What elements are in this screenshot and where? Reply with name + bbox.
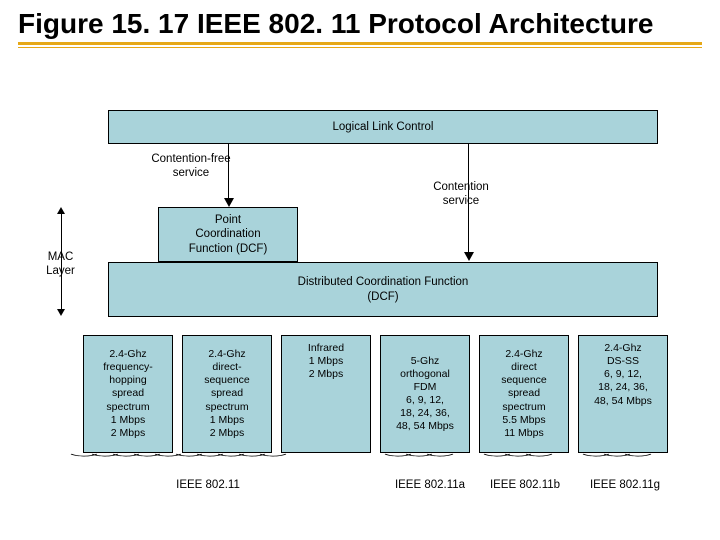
phy-box-2: Infrared1 Mbps2 Mbps — [281, 335, 371, 453]
phy-box-0: 2.4-Ghzfrequency-hoppingspreadspectrum1 … — [83, 335, 173, 453]
brace-2: ︶︶︶ — [483, 458, 546, 461]
llc-label: Logical Link Control — [332, 120, 433, 134]
brace-0: ︶︶︶︶︶︶︶︶︶︶ — [70, 458, 280, 461]
phy-label-2: Infrared1 Mbps2 Mbps — [308, 342, 344, 381]
phy-label-3: 5-GhzorthogonalFDM6, 9, 12,18, 24, 36,48… — [396, 355, 454, 434]
standard-1: IEEE 802.11a — [380, 478, 480, 492]
title-rule-1 — [18, 42, 702, 45]
phy-label-0: 2.4-Ghzfrequency-hoppingspreadspectrum1 … — [103, 348, 153, 440]
brace-1: ︶︶︶ — [384, 458, 447, 461]
label-contention: Contentionservice — [406, 180, 516, 209]
standard-3: IEEE 802.11g — [575, 478, 675, 492]
phy-label-4: 2.4-Ghzdirectsequencespreadspectrum5.5 M… — [501, 348, 547, 440]
phy-box-1: 2.4-Ghzdirect-sequencespreadspectrum1 Mb… — [182, 335, 272, 453]
mac-layer-arrow-up — [57, 207, 65, 214]
llc-box: Logical Link Control — [108, 110, 658, 144]
label-contention-free: Contention-freeservice — [136, 152, 246, 181]
pcf-label: PointCoordinationFunction (DCF) — [189, 213, 268, 256]
arrow-cf-head — [224, 198, 234, 207]
diagram-canvas: Logical Link Control Contention-freeserv… — [48, 110, 688, 520]
arrow-c-head — [464, 252, 474, 261]
title-rule-2 — [18, 47, 702, 48]
mac-layer-arrow-down — [57, 309, 65, 316]
pcf-box: PointCoordinationFunction (DCF) — [158, 207, 298, 262]
standard-2: IEEE 802.11b — [475, 478, 575, 492]
dcf-label: Distributed Coordination Function(DCF) — [298, 275, 469, 304]
phy-box-3: 5-GhzorthogonalFDM6, 9, 12,18, 24, 36,48… — [380, 335, 470, 453]
brace-3: ︶︶︶ — [582, 458, 645, 461]
phy-label-1: 2.4-Ghzdirect-sequencespreadspectrum1 Mb… — [204, 348, 250, 440]
phy-box-4: 2.4-Ghzdirectsequencespreadspectrum5.5 M… — [479, 335, 569, 453]
standard-0: IEEE 802.11 — [148, 478, 268, 492]
phy-label-5: 2.4-GhzDS-SS6, 9, 12,18, 24, 36,48, 54 M… — [594, 342, 652, 408]
phy-box-5: 2.4-GhzDS-SS6, 9, 12,18, 24, 36,48, 54 M… — [578, 335, 668, 453]
figure-title: Figure 15. 17 IEEE 802. 11 Protocol Arch… — [18, 8, 702, 40]
mac-layer-label: MACLayer — [38, 250, 83, 279]
dcf-box: Distributed Coordination Function(DCF) — [108, 262, 658, 317]
